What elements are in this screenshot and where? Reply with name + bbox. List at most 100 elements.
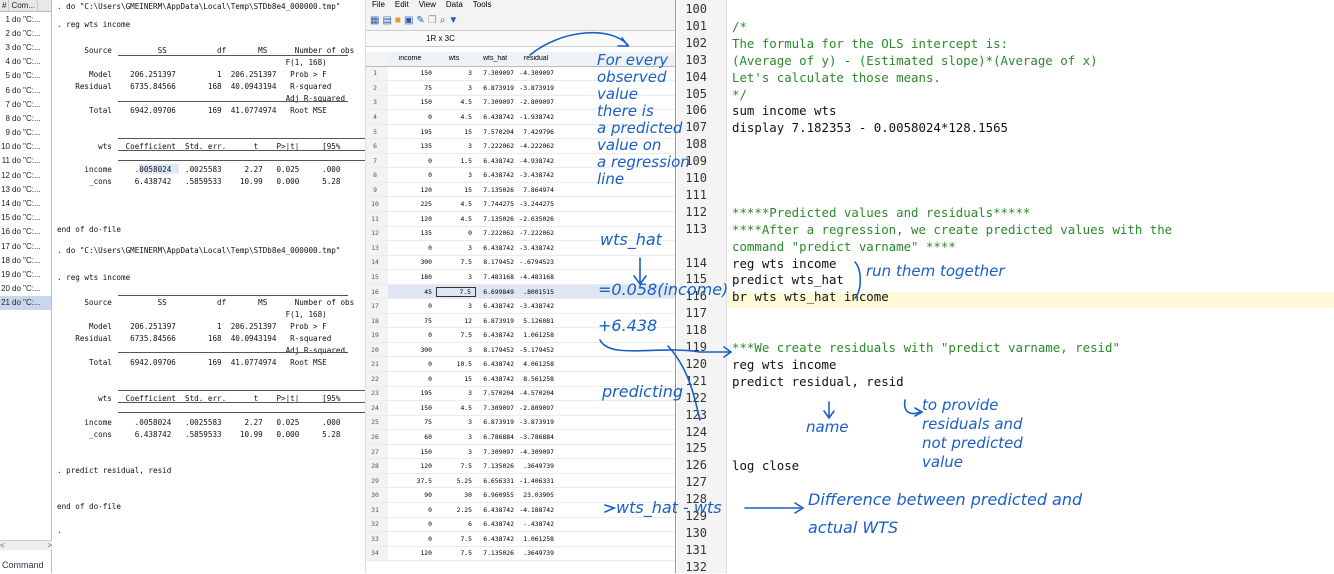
history-item[interactable]: 5 do "C:...: [0, 69, 51, 83]
grid-cell[interactable]: 120: [388, 549, 436, 557]
grid-cell[interactable]: 3: [436, 346, 476, 354]
grid-cell[interactable]: 10.5: [436, 360, 476, 368]
grid-cell[interactable]: 7.5: [436, 549, 476, 557]
grid-row[interactable]: 34 120 7.5 7.135026.3649739: [366, 546, 675, 562]
grid-cell[interactable]: -4.222062: [518, 142, 558, 150]
grid-cell[interactable]: 7.5: [436, 258, 476, 266]
grid-cell[interactable]: 8.179452: [476, 258, 518, 266]
grid-cell[interactable]: 135: [388, 142, 436, 150]
grid-cell[interactable]: 3: [436, 448, 476, 456]
code-line[interactable]: predict residual, resid: [732, 374, 904, 389]
grid-cell[interactable]: 0: [436, 229, 476, 237]
grid-cell[interactable]: 195: [388, 128, 436, 136]
history-item[interactable]: 19 do "C:...: [0, 267, 51, 281]
grid-cell[interactable]: 6.438742: [476, 171, 518, 179]
grid-cell[interactable]: 7.222062: [476, 142, 518, 150]
grid-cell[interactable]: 75: [388, 317, 436, 325]
grid-cell[interactable]: 7.864974: [518, 186, 558, 194]
grid-cell[interactable]: 0: [388, 535, 436, 543]
grid-cell[interactable]: 150: [388, 448, 436, 456]
grid-cell[interactable]: 15: [436, 186, 476, 194]
grid-cell[interactable]: 0: [388, 331, 436, 339]
variables-icon[interactable]: ▤: [382, 15, 391, 26]
code-line[interactable]: (Average of y) - (Estimated slope)*(Aver…: [732, 53, 1098, 68]
history-item[interactable]: 9 do "C:...: [0, 126, 51, 140]
history-item[interactable]: 8 do "C:...: [0, 111, 51, 125]
grid-row[interactable]: 26 60 3 6.786884 -3.786884: [366, 430, 675, 445]
grid-cell[interactable]: .8001515: [518, 288, 558, 296]
code-line[interactable]: command "predict varname" ****: [732, 239, 956, 254]
grid-cell[interactable]: -4.938742: [518, 157, 558, 165]
history-item[interactable]: 6 do "C:...: [0, 83, 51, 97]
grid-cell[interactable]: 7.222062: [476, 229, 518, 237]
code-line[interactable]: sum income wts: [732, 103, 836, 118]
filter-icon[interactable]: ▼: [448, 15, 458, 26]
grid-cell[interactable]: 6.438742: [476, 360, 518, 368]
grid-row[interactable]: 25 75 3 6.873919 -3.873919: [366, 415, 675, 431]
grid-row[interactable]: 28 120 7.5 7.135026.3649739: [366, 459, 675, 474]
grid-cell[interactable]: 3: [436, 273, 476, 281]
grid-cell[interactable]: 6.438742: [476, 244, 518, 252]
grid-cell[interactable]: 0: [388, 244, 436, 252]
save-icon[interactable]: ▣: [404, 15, 413, 26]
grid-cell[interactable]: -5.179452: [518, 346, 558, 354]
grid-cell[interactable]: 0: [388, 520, 436, 528]
grid-cell[interactable]: 300: [388, 346, 436, 354]
grid-cell[interactable]: 7.5: [436, 286, 476, 297]
grid-cell[interactable]: 3: [436, 171, 476, 179]
grid-cell[interactable]: 0: [388, 113, 436, 121]
grid-cell[interactable]: 45: [388, 288, 436, 296]
grid-cell[interactable]: 7.570204: [476, 128, 518, 136]
grid-cell[interactable]: 6.699849: [476, 288, 518, 296]
grid-cell[interactable]: 150: [388, 404, 436, 412]
code-line[interactable]: ****After a regression, we create predic…: [732, 222, 1172, 237]
grid-cell[interactable]: 7.744275: [476, 200, 518, 208]
grid-cell[interactable]: 120: [388, 215, 436, 223]
grid-cell[interactable]: 4.061258: [518, 360, 558, 368]
grid-cell[interactable]: 3: [436, 84, 476, 92]
history-item[interactable]: 13 do "C:...: [0, 182, 51, 196]
grid-cell[interactable]: -2.809097: [518, 98, 558, 106]
grid-row[interactable]: 29 37.5 5.25 6.656331 -1.406331: [366, 473, 675, 489]
grid-cell[interactable]: 6.438742: [476, 302, 518, 310]
grid-cell[interactable]: .3649739: [518, 549, 558, 557]
grid-cell[interactable]: 6.438742: [476, 157, 518, 165]
grid-cell[interactable]: 15: [436, 128, 476, 136]
code-line[interactable]: predict wts_hat: [732, 272, 844, 287]
grid-row[interactable]: 11 120 4.5 7.135026 -2.635026: [366, 212, 675, 227]
grid-cell[interactable]: 7.135026: [476, 549, 518, 557]
grid-cell[interactable]: 7.570204: [476, 389, 518, 397]
grid-cell[interactable]: -4.309097: [518, 448, 558, 456]
menu-data[interactable]: Data: [446, 0, 463, 11]
column-header[interactable]: wts: [436, 55, 476, 62]
grid-cell[interactable]: -.6794523: [518, 258, 558, 266]
grid-cell[interactable]: 7.135026: [476, 215, 518, 223]
grid-cell[interactable]: 0: [388, 360, 436, 368]
grid-cell[interactable]: -2.635026: [518, 215, 558, 223]
grid-cell[interactable]: .3649739: [518, 462, 558, 470]
code-line[interactable]: reg wts income: [732, 357, 836, 372]
code-line[interactable]: br wts wts_hat income: [732, 289, 889, 304]
grid-cell[interactable]: 8.179452: [476, 346, 518, 354]
grid-row[interactable]: 32 0 6 6.438742 -.438742: [366, 517, 675, 533]
grid-row[interactable]: 20 300 3 8.179452 -5.179452: [366, 342, 675, 358]
grid-cell[interactable]: 225: [388, 200, 436, 208]
grid-cell[interactable]: 6.438742: [476, 520, 518, 528]
grid-cell[interactable]: -4.188742: [518, 506, 558, 514]
history-item[interactable]: 12 do "C:...: [0, 168, 51, 182]
grid-cell[interactable]: 0: [388, 302, 436, 310]
grid-cell[interactable]: 180: [388, 273, 436, 281]
menu-view[interactable]: View: [419, 0, 436, 11]
grid-cell[interactable]: -3.438742: [518, 302, 558, 310]
grid-cell[interactable]: 135: [388, 229, 436, 237]
grid-cell[interactable]: -1.406331: [518, 477, 558, 485]
grid-cell[interactable]: 8.561258: [518, 375, 558, 383]
history-item[interactable]: 10 do "C:...: [0, 140, 51, 154]
grid-cell[interactable]: -3.244275: [518, 200, 558, 208]
edit-icon[interactable]: ✎: [416, 15, 424, 26]
grid-cell[interactable]: -2.809097: [518, 404, 558, 412]
grid-cell[interactable]: 150: [388, 98, 436, 106]
grid-cell[interactable]: 6.960955: [476, 491, 518, 499]
grid-cell[interactable]: -7.222062: [518, 229, 558, 237]
history-item[interactable]: 7 do "C:...: [0, 97, 51, 111]
